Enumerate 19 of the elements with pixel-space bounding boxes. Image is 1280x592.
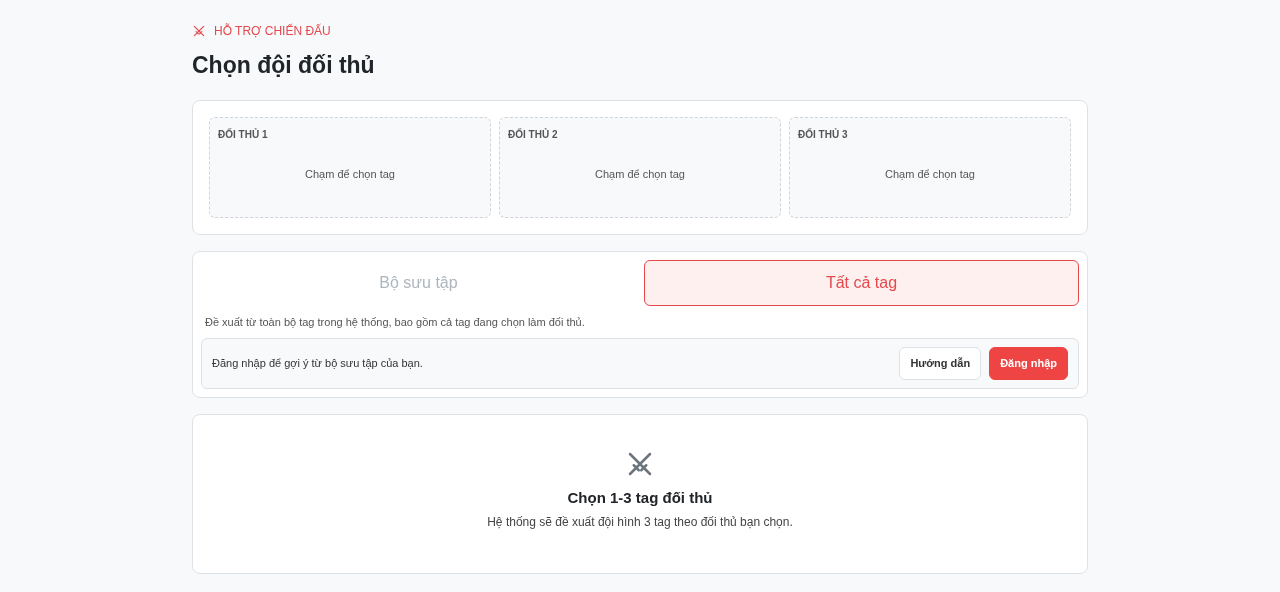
- slot-hint: Chạm để chọn tag: [884, 166, 976, 182]
- slot-hint: Chạm để chọn tag: [594, 166, 686, 182]
- notice-text: Đăng nhập để gợi ý từ bộ sưu tập của bạn.: [212, 356, 424, 371]
- slot-label: ĐỐI THỦ 3: [798, 127, 849, 142]
- slot-label: ĐỐI THỦ 2: [508, 127, 559, 142]
- description-text: Đề xuất từ toàn bộ tag trong hệ thống, bao gồm cả tag đang chọn làm đối thủ.: [204, 314, 586, 330]
- section-label: HỖ TRỢ CHIẾN ĐẤU: [214, 22, 331, 40]
- opponent-slot[interactable]: ĐỐI THỦ 1 Chạm để chọn tag: [209, 116, 491, 218]
- slot-label: ĐỐI THỦ 1: [218, 127, 269, 142]
- tab[interactable]: Tất cả tag: [644, 259, 1079, 306]
- page-title: Chọn đội đối thủ: [192, 51, 376, 80]
- slot-hint: Chạm để chọn tag: [304, 166, 396, 182]
- guide-button[interactable]: Hướng dẫn: [899, 347, 982, 380]
- login-button[interactable]: Đăng nhập: [989, 347, 1068, 380]
- crossed-swords-icon: [192, 24, 206, 38]
- opponent-slot[interactable]: ĐỐI THỦ 2 Chạm để chọn tag: [499, 116, 781, 218]
- empty-state-text: Hệ thống sẽ đề xuất đội hình 3 tag theo đối thủ bạn chọn.: [486, 514, 794, 531]
- empty-state-title: Chọn 1-3 tag đối thủ: [566, 487, 714, 508]
- opponent-slot[interactable]: ĐỐI THỦ 3 Chạm để chọn tag: [789, 116, 1071, 218]
